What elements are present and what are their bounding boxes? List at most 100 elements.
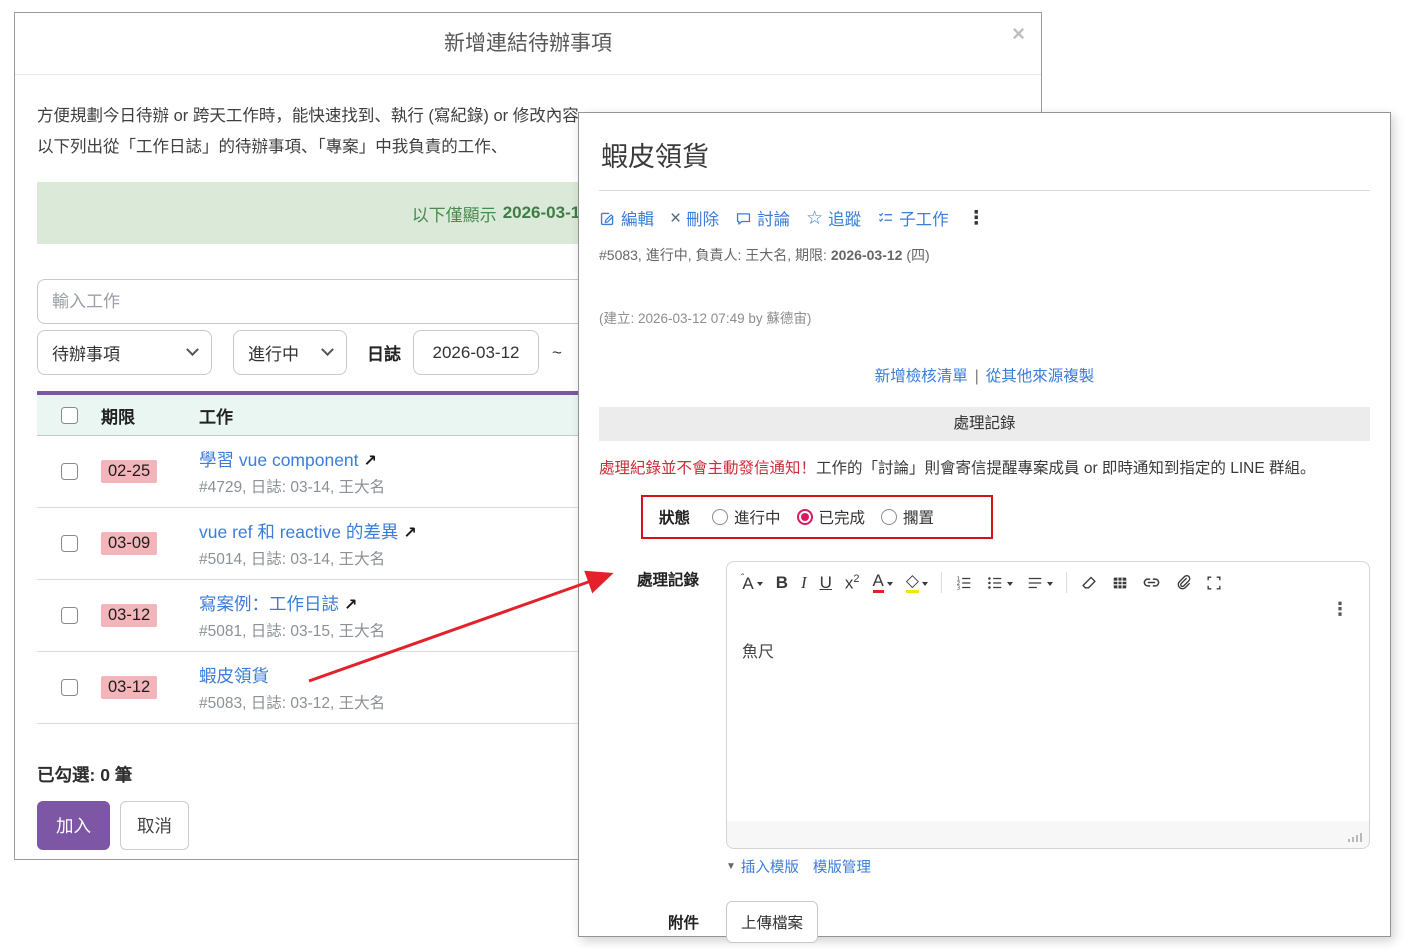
radio-label: 已完成 [819,506,866,528]
template-links: ▼ 插入模版 模版管理 [726,856,1370,877]
underline-button[interactable]: U [820,574,832,591]
due-badge: 03-12 [101,604,157,627]
delete-label: 刪除 [686,206,719,230]
delete-x-icon: × [670,209,681,228]
bold-button[interactable]: B [776,574,788,591]
table-button[interactable] [1111,574,1129,592]
link-button[interactable] [1142,573,1161,592]
screen: 新增連結待辦事項 × 方便規劃今日待辦 or 跨天工作時，能快速找到、執行 (寫… [0,0,1404,948]
font-size-button[interactable]: ˆA [741,574,763,592]
status-select-value: 進行中 [248,340,299,365]
radio-label: 擱置 [903,506,934,528]
open-task-arrow-icon[interactable]: ↗ [364,453,377,470]
task-title: 蝦皮領貨 [601,135,1370,174]
row-checkbox[interactable] [61,607,78,624]
template-caret-icon[interactable]: ▼ [726,861,736,872]
notice-line: 處理紀錄並不會主動發信通知！工作的「討論」則會寄信提醒專案成員 or 即時通知到… [599,456,1370,478]
resize-grip-icon[interactable] [1348,831,1362,842]
status-radio-in-progress[interactable]: 進行中 [712,506,781,528]
subtask-label: 子工作 [899,206,949,230]
due-badge: 02-25 [101,460,157,483]
task-link[interactable]: 學習 vue component [199,450,359,470]
date-from-input[interactable]: 2026-03-12 [413,330,539,375]
insert-template-link[interactable]: 插入模版 [741,856,799,877]
follow-button[interactable]: ☆ 追蹤 [806,206,861,230]
copy-from-source-link[interactable]: 從其他來源複製 [986,368,1095,385]
close-icon[interactable]: × [1012,23,1025,45]
divider [599,190,1370,191]
caret-down-icon [1047,582,1053,586]
subtask-list-icon [877,210,894,227]
editor-more-icon[interactable]: ⋮ [1331,599,1349,620]
subtask-button[interactable]: 子工作 [877,206,949,230]
radio-checked-icon [797,509,813,525]
type-select[interactable]: 待辦事項 [37,330,212,375]
edit-pencil-icon [599,210,616,227]
select-all-checkbox[interactable] [61,407,78,424]
row-checkbox[interactable] [61,463,78,480]
star-icon: ☆ [806,209,823,228]
manage-template-link[interactable]: 模版管理 [813,856,871,877]
task-detail-modal: 蝦皮領貨 編輯 × 刪除 [578,112,1391,937]
section-header: 處理記錄 [599,407,1370,441]
status-radio-done[interactable]: 已完成 [797,506,866,528]
eraser-button[interactable] [1080,574,1098,592]
bullet-list-button[interactable] [986,574,1013,592]
banner-date: 2026-03-12 [503,203,590,223]
task-meta-line: #5083, 進行中, 負責人: 王大名, 期限: 2026-03-12 (四) [599,245,1370,265]
delete-button[interactable]: × 刪除 [670,206,719,230]
discuss-label: 討論 [757,206,790,230]
discuss-button[interactable]: 討論 [735,206,790,230]
align-button[interactable] [1026,574,1053,592]
status-radio-shelved[interactable]: 擱置 [881,506,934,528]
banner-prefix: 以下僅顯示 [412,201,497,226]
range-tilde: ~ [552,343,562,363]
highlight-color-button[interactable]: ◇ [906,572,928,593]
chevron-down-icon [321,343,334,356]
radio-label: 進行中 [734,506,781,528]
date-from-value: 2026-03-12 [433,343,520,363]
radio-icon [712,509,728,525]
fullscreen-button[interactable] [1205,574,1223,592]
notice-rest: 工作的「討論」則會寄信提醒專案成員 or 即時通知到指定的 LINE 群組。 [816,460,1315,477]
task-link[interactable]: vue ref 和 reactive 的差異 [199,522,398,542]
due-badge: 03-09 [101,532,157,555]
add-todo-modal-title: 新增連結待辦事項 [15,13,1041,75]
row-checkbox[interactable] [61,679,78,696]
add-checklist-link[interactable]: 新增檢核清單 [875,368,968,385]
type-select-value: 待辦事項 [52,340,120,365]
add-todo-modal-header: 新增連結待辦事項 × [15,13,1041,75]
open-task-arrow-icon[interactable]: ↗ [344,597,357,614]
checklist-links: 新增檢核清單 | 從其他來源複製 [599,364,1370,386]
more-options-icon[interactable]: ⋮ [967,207,986,230]
add-button[interactable]: 加入 [37,801,110,850]
attach-file-button[interactable] [1174,574,1192,592]
editor-content[interactable]: 魚尺 [727,625,1369,821]
open-task-arrow-icon[interactable]: ↗ [403,525,416,542]
superscript-button[interactable]: x2 [845,574,860,592]
task-link[interactable]: 蝦皮領貨 [199,666,269,686]
edit-button[interactable]: 編輯 [599,206,654,230]
row-checkbox[interactable] [61,535,78,552]
toolbar-divider [941,572,942,593]
caret-down-icon [757,582,763,586]
ordered-list-button[interactable]: 123 [955,574,973,592]
radio-icon [881,509,897,525]
italic-button[interactable]: I [801,574,807,591]
link-separator: | [975,368,979,385]
font-color-button[interactable]: A [873,572,893,593]
attachment-label: 附件 [599,901,699,943]
log-label: 日誌 [367,340,401,365]
editor-toolbar: ˆA B I U x2 A [727,562,1369,625]
status-select[interactable]: 進行中 [233,330,347,375]
task-meta-suffix: (四) [902,247,929,263]
svg-text:3: 3 [957,585,960,591]
caret-down-icon [887,582,893,586]
toolbar-divider [1066,572,1067,593]
task-link[interactable]: 寫案例：工作日誌 [199,594,339,614]
due-badge: 03-12 [101,676,157,699]
attachment-row: 附件 上傳檔案 [599,901,1370,943]
task-due-date: 2026-03-12 [831,247,903,263]
upload-file-button[interactable]: 上傳檔案 [726,901,818,943]
cancel-button[interactable]: 取消 [120,801,189,850]
